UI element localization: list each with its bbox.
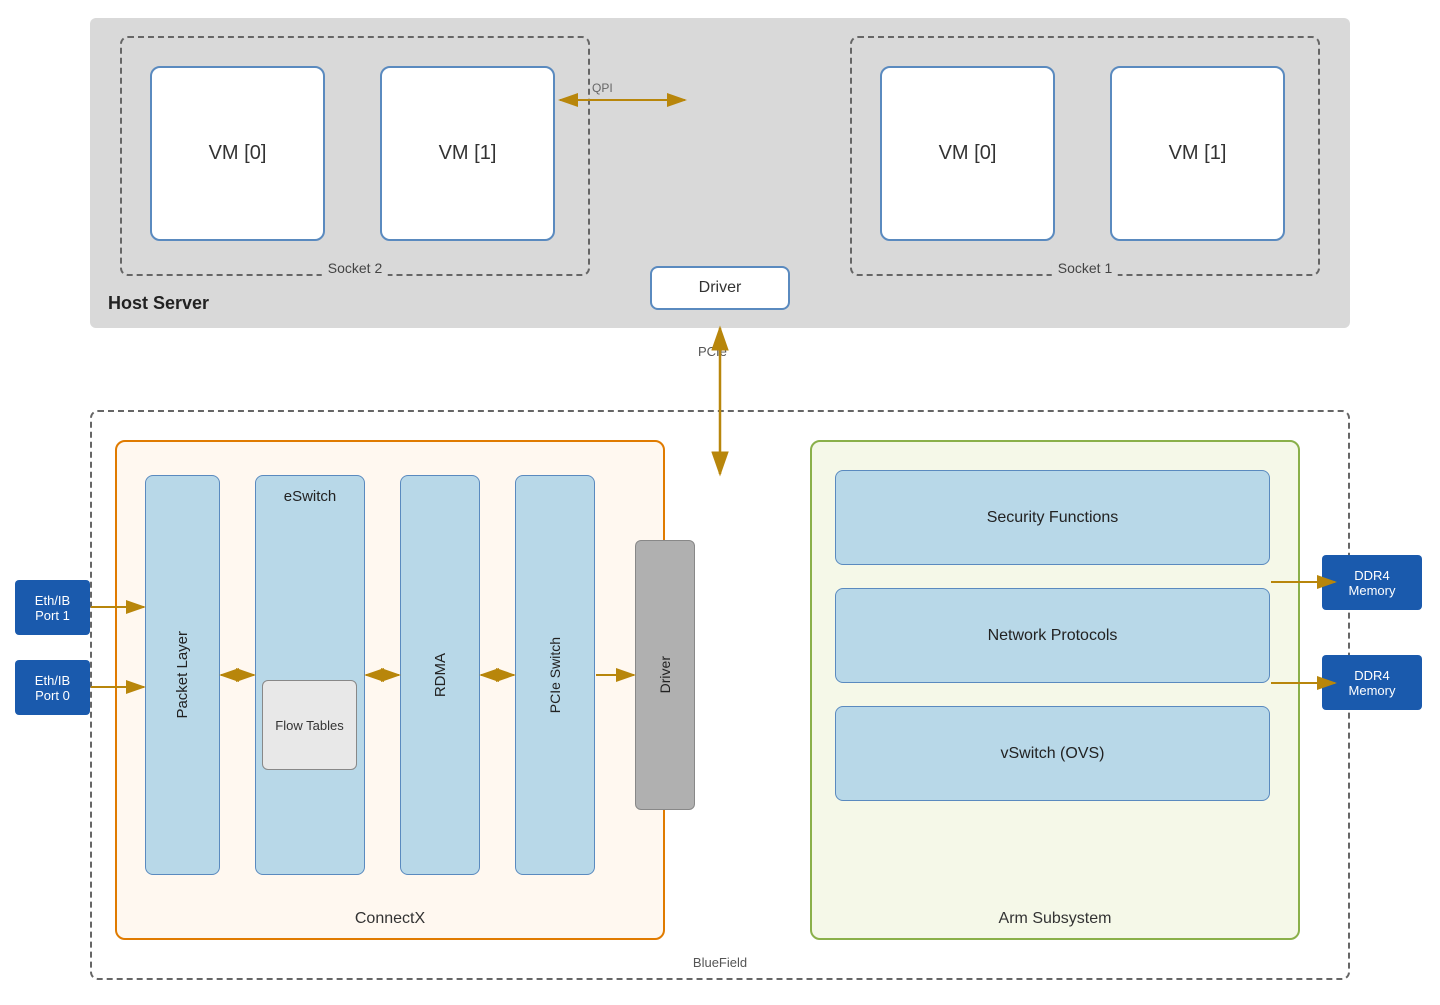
- bluefield-label: BlueField: [693, 955, 747, 970]
- connectx-label: ConnectX: [355, 910, 425, 928]
- ddr4-memory-1: DDR4Memory: [1322, 555, 1422, 610]
- vm-s1-1: VM [1]: [1110, 66, 1285, 241]
- security-functions: Security Functions: [835, 470, 1270, 565]
- vm-s1-0: VM [0]: [880, 66, 1055, 241]
- eth-ib-port0: Eth/IBPort 0: [15, 660, 90, 715]
- host-server-label: Host Server: [108, 293, 209, 314]
- socket1: VM [0] VM [1] Socket 1: [850, 36, 1320, 276]
- network-protocols: Network Protocols: [835, 588, 1270, 683]
- ddr4-memory-0: DDR4Memory: [1322, 655, 1422, 710]
- eth-ib-port1: Eth/IBPort 1: [15, 580, 90, 635]
- host-driver: Driver: [650, 266, 790, 310]
- diagram-container: Host Server VM [0] VM [1] Socket 2 VM [0…: [0, 0, 1440, 1005]
- vm-s2-1: VM [1]: [380, 66, 555, 241]
- socket2-label: Socket 2: [322, 260, 388, 276]
- flow-tables: Flow Tables: [262, 680, 357, 770]
- vm-s2-0: VM [0]: [150, 66, 325, 241]
- pcie-switch: PCIe Switch: [515, 475, 595, 875]
- pcie-label: PCIe: [698, 344, 727, 359]
- arm-label: Arm Subsystem: [999, 910, 1112, 928]
- eswitch: eSwitch: [255, 475, 365, 875]
- rdma: RDMA: [400, 475, 480, 875]
- packet-layer: Packet Layer: [145, 475, 220, 875]
- vswitch-ovs: vSwitch (OVS): [835, 706, 1270, 801]
- bf-driver: Driver: [635, 540, 695, 810]
- socket2: VM [0] VM [1] Socket 2: [120, 36, 590, 276]
- host-server: Host Server VM [0] VM [1] Socket 2 VM [0…: [90, 18, 1350, 328]
- socket1-label: Socket 1: [1052, 260, 1118, 276]
